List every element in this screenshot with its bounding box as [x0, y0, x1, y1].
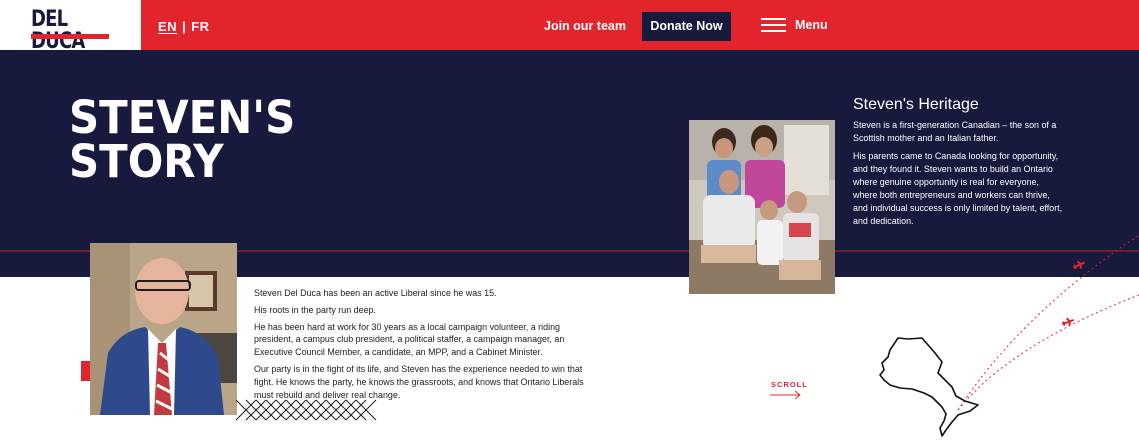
airplane-icon	[1073, 260, 1085, 269]
menu-button[interactable]: Menu	[761, 17, 828, 33]
story-paragraph: Our party is in the fight of its life, a…	[254, 363, 584, 401]
heritage-paragraph: Steven is a first-generation Canadian – …	[853, 120, 1057, 144]
hamburger-icon	[761, 18, 786, 32]
lang-separator: |	[182, 19, 187, 34]
family-photo	[689, 120, 835, 294]
heritage-heading: Steven's Heritage	[853, 96, 979, 113]
scroll-label[interactable]: SCROLL	[771, 380, 808, 389]
language-switcher: EN | FR	[158, 19, 210, 34]
lang-fr-link[interactable]: FR	[191, 19, 209, 34]
heritage-paragraph: His parents came to Canada looking for o…	[853, 151, 1063, 227]
donate-button[interactable]: Donate Now	[642, 12, 731, 41]
story-paragraph: Steven Del Duca has been an active Liber…	[254, 288, 497, 299]
airplane-icon	[1061, 317, 1074, 326]
heritage-text: Steven is a first-generation Canadian – …	[853, 119, 1062, 233]
join-team-link[interactable]: Join our team	[544, 19, 626, 33]
ontario-map-graphic	[879, 234, 1139, 437]
story-paragraph: His roots in the party run deep.	[254, 304, 377, 316]
page-title-line2: STORY	[69, 135, 224, 188]
page-title: STEVEN'S STORY	[69, 91, 296, 188]
lang-en-link[interactable]: EN	[158, 19, 177, 34]
site-header: DEL DUCA EN | FR Join our team Donate Now …	[0, 0, 1139, 54]
story-text: Steven Del Duca has been an active Liber…	[254, 288, 600, 406]
logo-link[interactable]: DEL DUCA	[0, 0, 141, 54]
page-title-line1: STEVEN'S	[69, 91, 296, 144]
story-paragraph: He has been hard at work for 30 years as…	[254, 321, 565, 359]
logo-underline	[31, 34, 109, 39]
menu-label: Menu	[795, 18, 828, 32]
logo-wordmark: DEL DUCA	[31, 7, 85, 54]
arrow-right-icon[interactable]	[770, 390, 802, 400]
portrait-photo	[90, 243, 237, 415]
